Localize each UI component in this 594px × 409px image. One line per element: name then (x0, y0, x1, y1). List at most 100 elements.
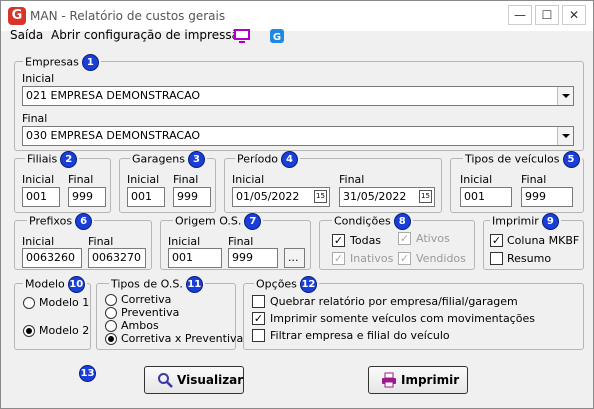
inativos-label: Inativos (350, 252, 394, 265)
badge-2: 2 (60, 151, 78, 168)
tipos-veiculos-group: Tipos de veículos 5 Inicial 001 Final 999 (450, 151, 584, 213)
origem-os-group: Origem O.S. 7 Inicial 001 Final 999 ... (160, 213, 311, 270)
tipo-veiculo-final-input[interactable]: 999 (521, 187, 573, 207)
tipos-veiculos-final-label: Final (521, 173, 547, 186)
inativos-checkbox[interactable]: ✓ (332, 252, 345, 265)
filtrar-empresa-label: Filtrar empresa e filial do veículo (270, 329, 450, 342)
prefixo-final-input[interactable]: 0063270 (88, 248, 146, 268)
periodo-inicial-label: Inicial (232, 173, 265, 186)
modelo1-label: Modelo 1 (39, 296, 90, 309)
window-title: MAN - Relatório de custos gerais (30, 9, 226, 23)
corretiva-radio[interactable] (105, 294, 117, 306)
report-window: G MAN - Relatório de custos gerais — ☐ ✕… (0, 0, 594, 409)
ambos-label: Ambos (121, 319, 159, 332)
badge-5: 5 (562, 151, 580, 168)
filtrar-empresa-checkbox[interactable] (252, 329, 265, 342)
filiais-inicial-label: Inicial (22, 173, 55, 186)
imprimir-somente-label: Imprimir somente veículos com movimentaç… (270, 312, 535, 325)
imprimir-group: Imprimir 9 ✓ Coluna MKBF Resumo (483, 213, 584, 270)
menu-abrir-config-impressao[interactable]: Abrir configuração de impressão (51, 28, 246, 42)
prefixos-final-label: Final (88, 235, 114, 248)
imprimir-legend: Imprimir 9 (490, 213, 561, 230)
empresas-inicial-label: Inicial (22, 72, 55, 85)
calendar-icon[interactable]: 15 (314, 190, 327, 203)
printer-icon (382, 372, 396, 388)
minimize-button[interactable]: — (508, 5, 532, 25)
vendidos-label: Vendidos (416, 252, 466, 265)
preventiva-radio[interactable] (105, 307, 117, 319)
resumo-checkbox[interactable] (490, 252, 503, 265)
ativos-label: Ativos (416, 232, 450, 245)
prefixos-inicial-label: Inicial (22, 235, 55, 248)
badge-7: 7 (244, 213, 262, 230)
empresas-group: Empresas 1 Inicial 021 EMPRESA DEMONSTRAC… (14, 54, 584, 151)
badge-3: 3 (187, 151, 205, 168)
imprimir-button[interactable]: Imprimir (368, 366, 468, 394)
periodo-inicial-input[interactable]: 01/05/2022 15 (232, 187, 330, 207)
badge-6: 6 (75, 213, 93, 230)
coluna-mkbf-checkbox[interactable]: ✓ (490, 234, 503, 247)
imprimir-somente-checkbox[interactable]: ✓ (252, 312, 265, 325)
condicoes-legend: Condições 8 (332, 213, 413, 230)
tipos-os-group: Tipos de O.S. 11 Corretiva Preventiva Amb… (96, 276, 243, 350)
origem-inicial-label: Inicial (168, 235, 201, 248)
magnifier-icon (158, 373, 173, 388)
app-shortcut-icon[interactable]: G (269, 28, 285, 44)
empresa-inicial-select[interactable]: 021 EMPRESA DEMONSTRACAO (22, 86, 574, 106)
filiais-legend: Filiais 2 (25, 151, 80, 168)
todas-label: Todas (350, 234, 382, 247)
condicoes-group: Condições 8 ✓ Todas ✓ Ativos ✓ Inativos ✓… (319, 213, 475, 270)
prefixos-group: Prefixos 6 Inicial 0063260 Final 0063270 (14, 213, 152, 270)
corretiva-x-preventiva-label: Corretiva x Preventiva (121, 332, 244, 345)
vendidos-checkbox[interactable]: ✓ (398, 252, 411, 265)
garagem-final-input[interactable]: 999 (173, 187, 211, 207)
coluna-mkbf-label: Coluna MKBF (507, 234, 580, 247)
tipos-veiculos-inicial-label: Inicial (460, 173, 493, 186)
opcoes-legend: Opções 12 (254, 276, 319, 293)
badge-1: 1 (81, 54, 99, 71)
tipo-veiculo-inicial-input[interactable]: 001 (460, 187, 512, 207)
empresas-final-label: Final (22, 112, 48, 125)
modelo2-radio[interactable] (23, 325, 35, 337)
origem-os-legend: Origem O.S. 7 (173, 213, 264, 230)
garagens-group: Garagens 3 Inicial 001 Final 999 (119, 151, 216, 213)
visualizar-button[interactable]: Visualizar (144, 366, 244, 394)
monitor-icon[interactable] (234, 28, 250, 44)
corretiva-label: Corretiva (121, 293, 172, 306)
maximize-button[interactable]: ☐ (535, 5, 559, 25)
chevron-down-icon[interactable] (557, 87, 573, 105)
badge-8: 8 (393, 213, 411, 230)
badge-9: 9 (541, 213, 559, 230)
garagem-inicial-input[interactable]: 001 (127, 187, 165, 207)
opcoes-group: Opções 12 Quebrar relatório por empresa/f… (243, 276, 584, 350)
menu-saida[interactable]: Saída (10, 28, 43, 42)
corretiva-x-preventiva-radio[interactable] (105, 333, 117, 345)
quebrar-relatorio-checkbox[interactable] (252, 295, 265, 308)
ativos-checkbox[interactable]: ✓ (398, 232, 411, 245)
modelo1-radio[interactable] (23, 297, 35, 309)
badge-11: 11 (185, 276, 203, 293)
quebrar-relatorio-label: Quebrar relatório por empresa/filial/gar… (270, 295, 518, 308)
filial-final-input[interactable]: 999 (68, 187, 106, 207)
filial-inicial-input[interactable]: 001 (22, 187, 60, 207)
periodo-legend: Período 4 (235, 151, 301, 168)
modelo-group: Modelo 10 Modelo 1 Modelo 2 (14, 276, 91, 350)
todas-checkbox[interactable]: ✓ (332, 234, 345, 247)
origem-lookup-button[interactable]: ... (284, 248, 305, 268)
badge-4: 4 (281, 151, 299, 168)
calendar-icon[interactable]: 15 (419, 190, 432, 203)
periodo-final-input[interactable]: 31/05/2022 15 (339, 187, 435, 207)
origem-final-label: Final (228, 235, 254, 248)
empresa-final-select[interactable]: 030 EMPRESA DEMONSTRACAO (22, 126, 574, 146)
ambos-radio[interactable] (105, 320, 117, 332)
garagens-legend: Garagens 3 (130, 151, 207, 168)
app-logo-icon: G (8, 7, 26, 25)
resumo-label: Resumo (507, 252, 552, 265)
prefixo-inicial-input[interactable]: 0063260 (22, 248, 82, 268)
periodo-final-label: Final (339, 173, 365, 186)
modelo-legend: Modelo 10 (23, 276, 87, 293)
origem-final-input[interactable]: 999 (228, 248, 278, 268)
chevron-down-icon[interactable] (557, 127, 573, 145)
origem-inicial-input[interactable]: 001 (168, 248, 222, 268)
close-button[interactable]: ✕ (562, 5, 586, 25)
